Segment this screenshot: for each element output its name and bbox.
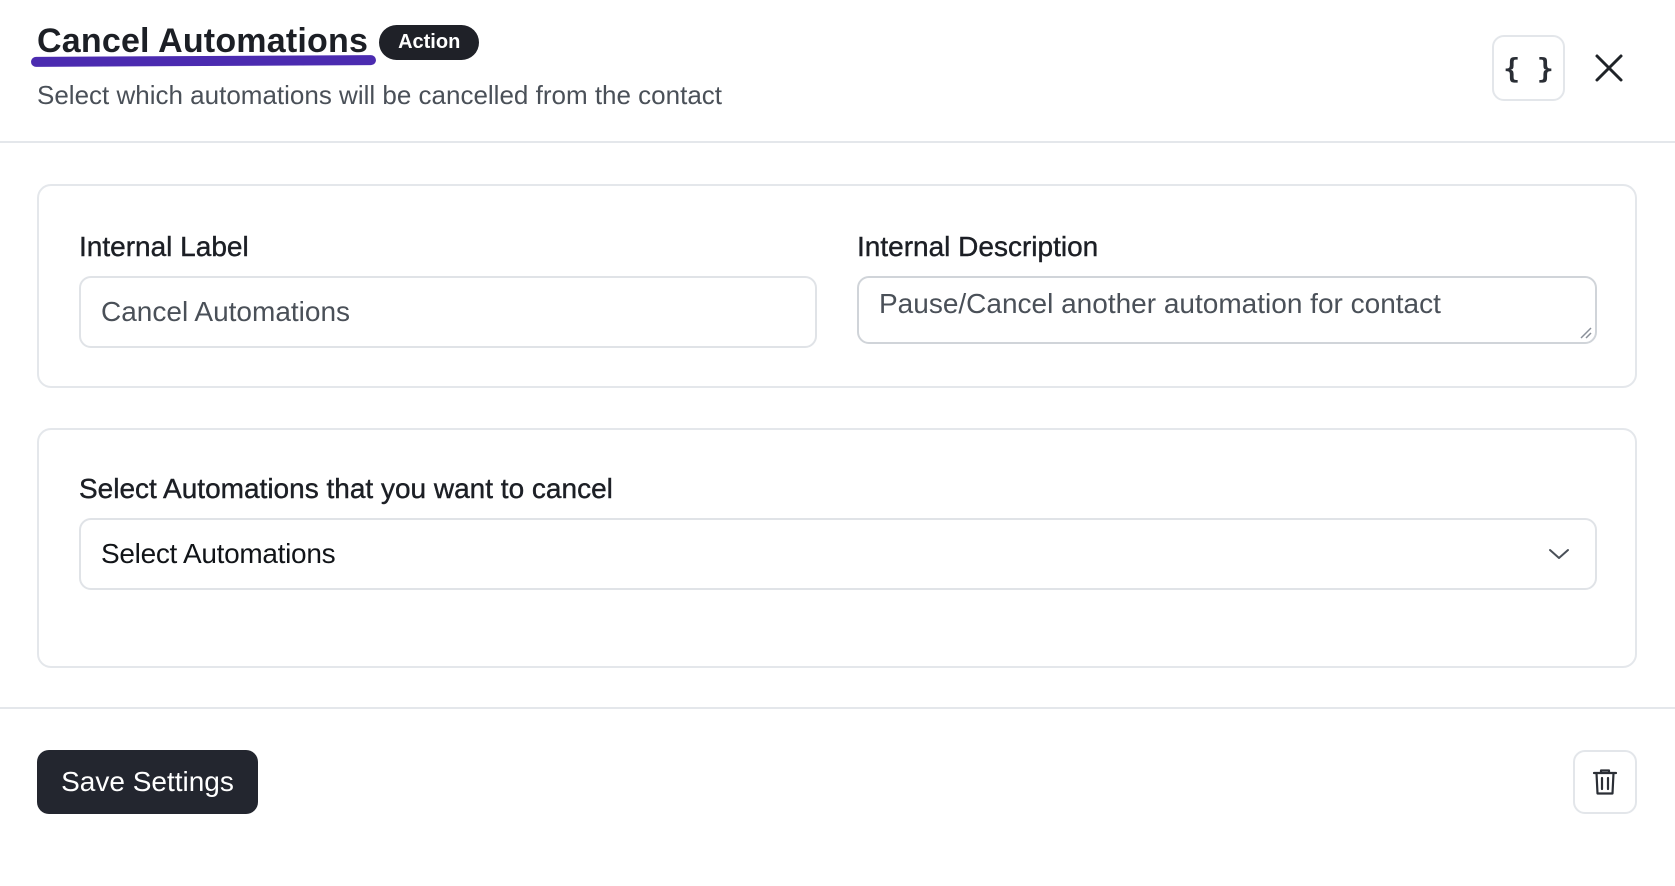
delete-button[interactable] xyxy=(1573,750,1637,814)
internal-settings-card: Internal Label Cancel Automations Intern… xyxy=(37,184,1637,388)
resize-handle-icon[interactable] xyxy=(1578,325,1592,339)
automations-select-value: Select Automations xyxy=(101,538,336,569)
close-button[interactable] xyxy=(1590,46,1628,90)
internal-label-heading: Internal Label xyxy=(79,231,249,262)
save-settings-button[interactable]: Save Settings xyxy=(37,750,258,814)
code-editor-button[interactable]: { } xyxy=(1492,35,1565,101)
modal-header: Cancel Automations Action Select which a… xyxy=(0,0,1675,143)
modal-title: Cancel Automations xyxy=(30,20,377,67)
close-icon xyxy=(1595,54,1623,82)
modal-subtitle: Select which automations will be cancell… xyxy=(37,80,723,110)
internal-label-input[interactable]: Cancel Automations xyxy=(79,276,817,348)
automations-card: Select Automations that you want to canc… xyxy=(37,428,1637,668)
automations-heading: Select Automations that you want to canc… xyxy=(79,473,613,504)
internal-description-textarea[interactable]: Pause/Cancel another automation for cont… xyxy=(857,276,1597,344)
footer-divider xyxy=(0,707,1675,709)
trash-icon xyxy=(1592,769,1618,795)
chevron-down-icon xyxy=(1549,549,1569,559)
internal-description-heading: Internal Description xyxy=(857,231,1099,262)
code-braces-icon: { } xyxy=(1503,51,1554,85)
automations-select[interactable]: Select Automations xyxy=(79,518,1597,590)
modal-title-text: Cancel Automations xyxy=(37,22,369,60)
type-badge: Action xyxy=(379,24,480,60)
internal-description-value: Pause/Cancel another automation for cont… xyxy=(879,288,1441,319)
title-row: Cancel Automations Action xyxy=(30,20,480,67)
internal-label-value: Cancel Automations xyxy=(101,296,351,327)
